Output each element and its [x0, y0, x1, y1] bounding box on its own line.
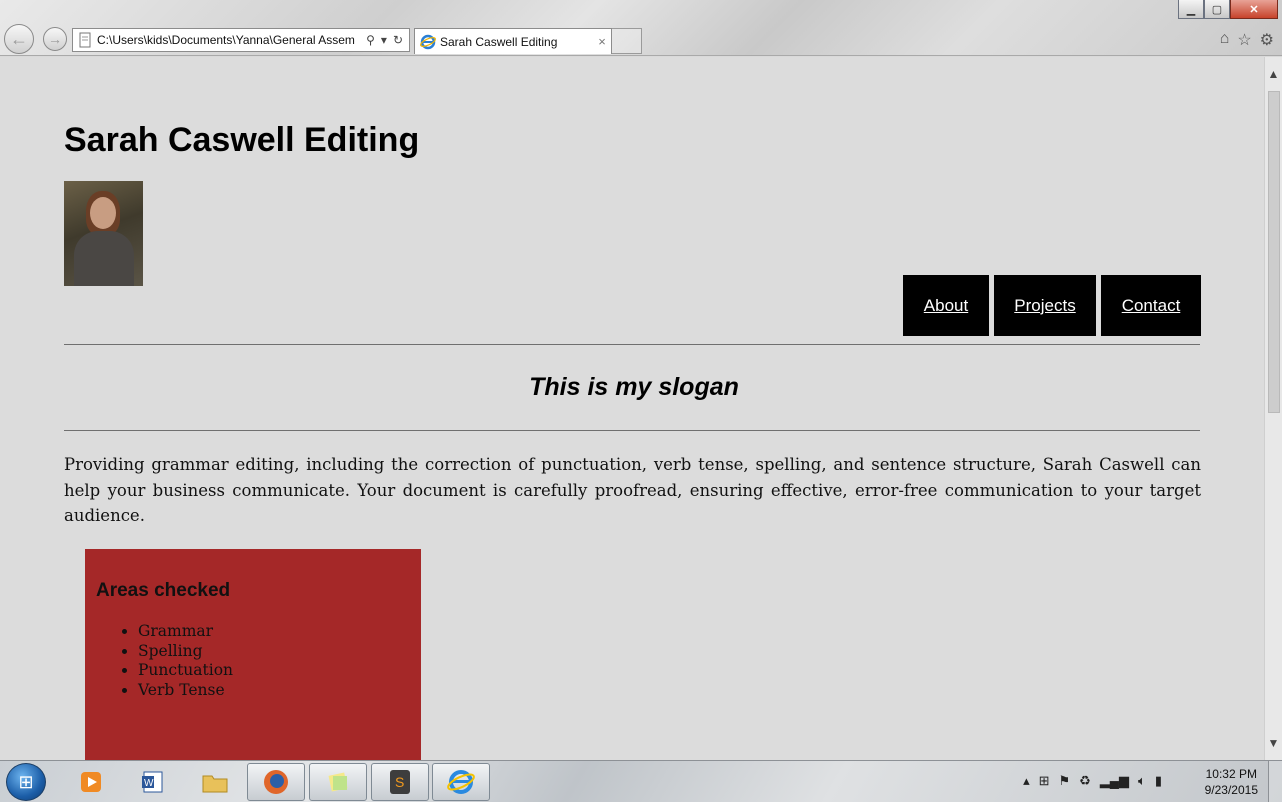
list-item: Spelling — [138, 642, 233, 662]
firefox-icon[interactable] — [247, 763, 305, 801]
sticky-notes-icon[interactable] — [309, 763, 367, 801]
slogan: This is my slogan — [529, 373, 739, 401]
document-icon — [79, 32, 91, 48]
new-tab-button[interactable] — [612, 28, 642, 54]
main-nav: About Projects Contact — [903, 275, 1201, 336]
star-icon[interactable]: ☆ — [1237, 30, 1251, 50]
show-desktop-button[interactable] — [1268, 761, 1282, 802]
scroll-down-icon[interactable]: ▼ — [1265, 726, 1282, 760]
scroll-up-icon[interactable]: ▲ — [1265, 57, 1282, 91]
internet-explorer-icon[interactable] — [432, 763, 490, 801]
areas-checked-box: Areas checked Grammar Spelling Punctuati… — [85, 549, 421, 760]
signal-icon[interactable]: ▂▄▆ — [1100, 773, 1129, 789]
folder-icon[interactable] — [186, 763, 244, 801]
window-controls: ▁ ▢ ✕ — [1178, 0, 1278, 19]
taskbar: ⊞ W S ▴ ⊞ ⚑ ♻ ▂▄▆ 🔈︎ ▮ 10:32 PM 9/23/201… — [0, 760, 1282, 802]
arrow-left-icon: ← — [10, 28, 28, 49]
intro-paragraph: Providing grammar editing, including the… — [64, 455, 1201, 525]
list-item: Verb Tense — [138, 681, 233, 701]
dropdown-icon[interactable]: ▾ — [381, 33, 387, 47]
show-hidden-icons-icon[interactable]: ▴ — [1023, 773, 1030, 789]
areas-checked-heading: Areas checked — [96, 580, 231, 601]
site-title: Sarah Caswell Editing — [64, 121, 420, 159]
system-tray: ▴ ⊞ ⚑ ♻ ▂▄▆ 🔈︎ ▮ — [1023, 773, 1162, 789]
scrollbar-thumb[interactable] — [1268, 91, 1280, 413]
vertical-scrollbar[interactable]: ▲ ▼ — [1264, 57, 1282, 760]
divider-top — [64, 344, 1200, 345]
areas-checked-list: Grammar Spelling Punctuation Verb Tense — [138, 622, 233, 701]
page-viewport: Sarah Caswell Editing About Projects Con… — [0, 57, 1264, 760]
browser-chrome: ▁ ▢ ✕ ← → C:\Users\kids\Documents\Yanna\… — [0, 0, 1282, 56]
nav-projects-link[interactable]: Projects — [994, 275, 1096, 336]
profile-photo — [64, 181, 143, 286]
maximize-button[interactable]: ▢ — [1204, 0, 1230, 19]
clock-time: 10:32 PM — [1205, 767, 1257, 781]
refresh-icon[interactable]: ↻ — [393, 33, 403, 47]
address-bar[interactable]: C:\Users\kids\Documents\Yanna\General As… — [72, 28, 410, 52]
tab-title: Sarah Caswell Editing — [440, 34, 558, 49]
gear-icon[interactable]: ⚙ — [1260, 30, 1274, 50]
tab-close-icon[interactable]: × — [593, 34, 611, 49]
media-player-icon[interactable] — [62, 763, 120, 801]
flag-icon[interactable]: ⚑ — [1059, 773, 1071, 789]
search-icon[interactable]: ⚲ — [366, 33, 375, 47]
close-window-button[interactable]: ✕ — [1230, 0, 1278, 19]
list-item: Grammar — [138, 622, 233, 642]
address-url[interactable]: C:\Users\kids\Documents\Yanna\General As… — [97, 33, 360, 47]
nav-contact-link[interactable]: Contact — [1101, 275, 1201, 336]
tab-sarah-caswell-editing[interactable]: Sarah Caswell Editing × — [414, 28, 612, 54]
battery-icon[interactable]: ▮ — [1155, 773, 1162, 789]
back-button[interactable]: ← — [4, 24, 34, 54]
volume-icon[interactable]: 🔈︎ — [1138, 773, 1146, 789]
word-icon[interactable]: W — [124, 763, 182, 801]
start-button[interactable]: ⊞ — [6, 763, 46, 801]
forward-button[interactable]: → — [43, 27, 67, 51]
minimize-button[interactable]: ▁ — [1178, 0, 1204, 19]
sublime-text-icon[interactable]: S — [371, 763, 429, 801]
arrow-right-icon: → — [48, 31, 62, 47]
svg-text:S: S — [395, 774, 404, 790]
nav-about-link[interactable]: About — [903, 275, 989, 336]
home-icon[interactable]: ⌂ — [1220, 30, 1230, 50]
svg-text:W: W — [144, 778, 154, 789]
list-item: Punctuation — [138, 661, 233, 681]
ie-icon — [420, 34, 436, 49]
sync-icon[interactable]: ♻ — [1079, 773, 1091, 789]
clock[interactable]: 10:32 PM 9/23/2015 — [1205, 766, 1258, 798]
divider-bottom — [64, 430, 1200, 431]
windows-icon[interactable]: ⊞ — [1039, 773, 1050, 789]
clock-date: 9/23/2015 — [1204, 783, 1258, 797]
